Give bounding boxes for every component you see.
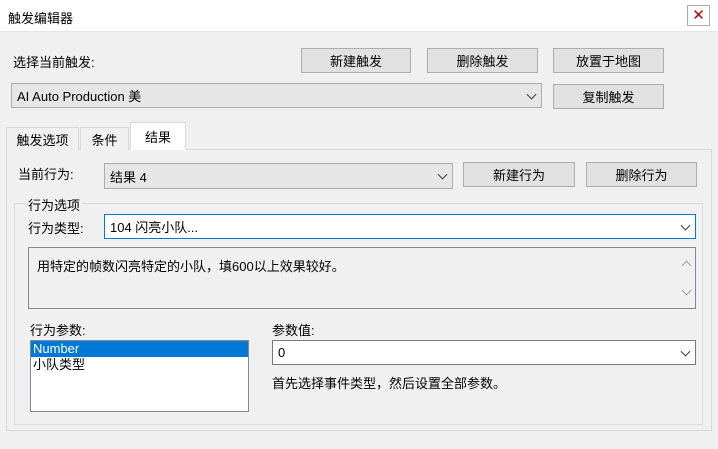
- select-trigger-label: 选择当前触发:: [13, 55, 95, 70]
- action-type-label: 行为类型:: [28, 221, 84, 236]
- delete-trigger-button[interactable]: 删除触发: [427, 48, 538, 73]
- action-params-label: 行为参数:: [30, 323, 86, 338]
- tab-results[interactable]: 结果: [130, 122, 186, 150]
- action-description-box: 用特定的帧数闪亮特定的小队，填600以上效果较好。: [28, 247, 696, 309]
- tab-conditions[interactable]: 条件: [80, 127, 129, 150]
- close-button[interactable]: ✕: [687, 5, 710, 26]
- delete-action-button[interactable]: 删除行为: [586, 162, 697, 187]
- trigger-dropdown-value: AI Auto Production 美: [17, 89, 142, 104]
- current-action-label: 当前行为:: [18, 167, 74, 182]
- tab-trigger-options[interactable]: 触发选项: [6, 127, 79, 150]
- title-bar: 触发编辑器 ✕: [0, 0, 718, 32]
- action-params-list[interactable]: Number 小队类型: [30, 340, 249, 412]
- param-value-label: 参数值:: [272, 323, 315, 338]
- new-action-button[interactable]: 新建行为: [463, 162, 575, 187]
- current-action-value: 结果 4: [110, 169, 147, 185]
- copy-trigger-button[interactable]: 复制触发: [553, 84, 664, 109]
- param-value-text: 0: [278, 345, 286, 360]
- action-options-title: 行为选项: [26, 195, 83, 214]
- param-hint-text: 首先选择事件类型，然后设置全部参数。: [272, 376, 507, 391]
- window-title: 触发编辑器: [8, 11, 74, 26]
- new-trigger-button[interactable]: 新建触发: [301, 48, 411, 73]
- current-action-dropdown[interactable]: 结果 4: [104, 163, 453, 189]
- chevron-down-icon: [680, 220, 691, 231]
- description-scrollbar[interactable]: [678, 249, 695, 307]
- scroll-down-icon[interactable]: [681, 285, 692, 296]
- action-type-dropdown[interactable]: 104 闪亮小队...: [104, 214, 696, 239]
- param-value-dropdown[interactable]: 0: [272, 340, 696, 365]
- action-description-text: 用特定的帧数闪亮特定的小队，填600以上效果较好。: [37, 259, 345, 274]
- place-on-map-button[interactable]: 放置于地图: [553, 48, 664, 73]
- chevron-down-icon: [437, 169, 448, 180]
- list-item[interactable]: 小队类型: [31, 357, 248, 373]
- trigger-dropdown[interactable]: AI Auto Production 美: [11, 83, 542, 108]
- chevron-down-icon: [680, 346, 691, 357]
- list-item[interactable]: Number: [31, 341, 248, 357]
- chevron-down-icon: [526, 89, 537, 100]
- action-type-value: 104 闪亮小队...: [110, 220, 199, 235]
- scroll-up-icon[interactable]: [681, 260, 692, 271]
- close-icon: ✕: [692, 7, 705, 24]
